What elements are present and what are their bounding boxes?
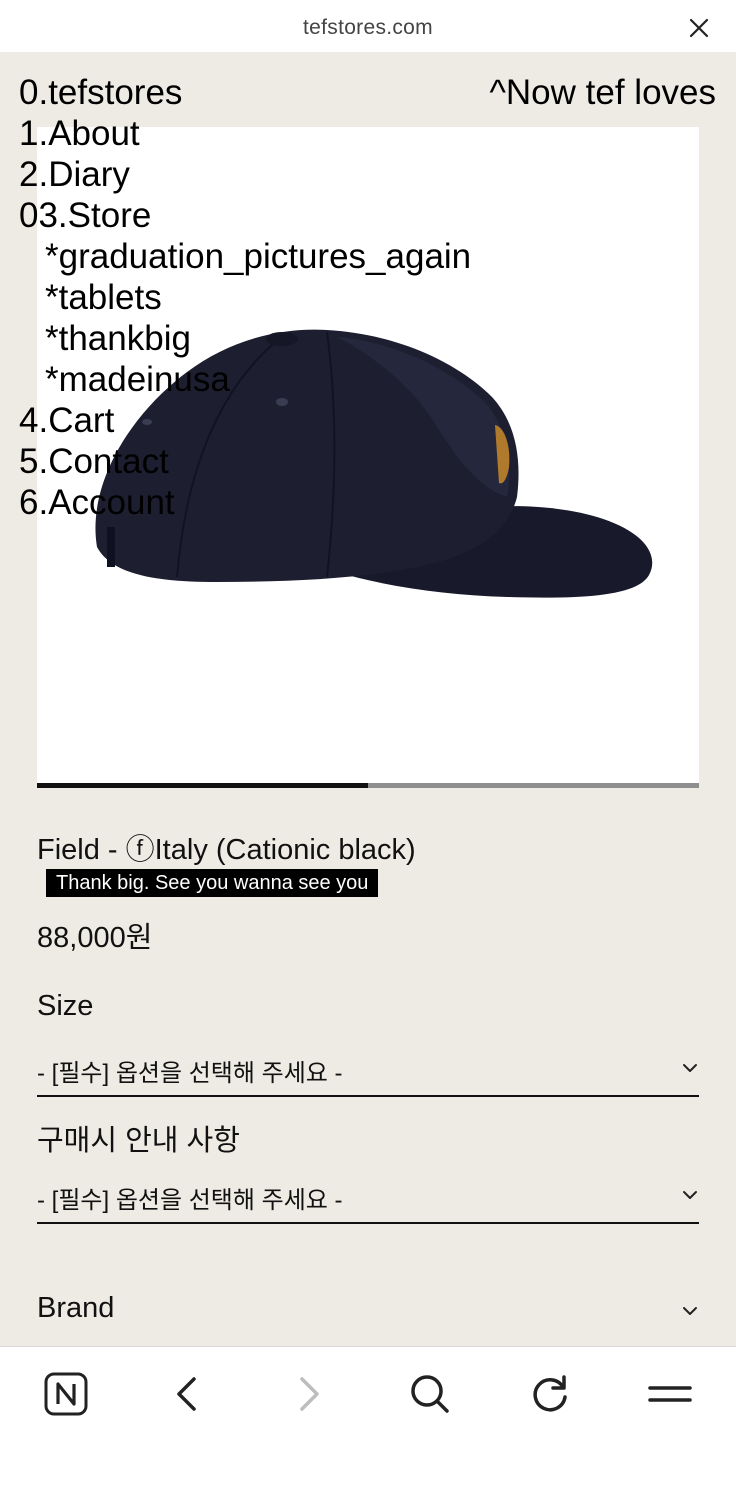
back-button[interactable] (162, 1369, 212, 1419)
close-icon[interactable] (688, 17, 710, 39)
naver-home-button[interactable] (41, 1369, 91, 1419)
site-menu: 0.tefstores 1.About 2.Diary 03.Store *gr… (19, 72, 471, 523)
menu-item-about[interactable]: 1.About (19, 113, 471, 154)
image-slider-progress (37, 783, 368, 788)
browser-toolbar (0, 1346, 736, 1500)
purchase-notice-label: 구매시 안내 사항 (37, 1125, 240, 1157)
brand-chevron-down-icon[interactable] (681, 1302, 699, 1320)
purchase-notice-select-value: - [필수] 옵션을 선택해 주세요 - (37, 1187, 343, 1214)
product-title: Field - ⓕItaly (Cationic black) (37, 834, 416, 866)
refresh-button[interactable] (525, 1369, 575, 1419)
submenu-item-graduation[interactable]: *graduation_pictures_again (19, 236, 471, 277)
search-icon (411, 1375, 449, 1413)
chevron-down-icon (683, 1191, 697, 1199)
purchase-notice-select[interactable]: - [필수] 옵션을 선택해 주세요 - (37, 1166, 699, 1224)
submenu-item-madeinusa[interactable]: *madeinusa (19, 359, 471, 400)
forward-icon (300, 1377, 319, 1411)
menu-item-store[interactable]: 03.Store (19, 195, 471, 236)
brand-section-label[interactable]: Brand (37, 1292, 114, 1325)
url-text[interactable]: tefstores.com (0, 16, 736, 40)
chevron-down-icon (683, 1064, 697, 1072)
now-tef-loves-link[interactable]: ^Now tef loves (489, 72, 716, 113)
menu-icon (648, 1386, 692, 1402)
search-button[interactable] (405, 1369, 455, 1419)
menu-item-cart[interactable]: 4.Cart (19, 400, 471, 441)
menu-button[interactable] (645, 1369, 695, 1419)
naver-n-icon (44, 1372, 88, 1416)
submenu-item-thankbig[interactable]: *thankbig (19, 318, 471, 359)
menu-item-contact[interactable]: 5.Contact (19, 441, 471, 482)
product-tagline: Thank big. See you wanna see you (46, 869, 379, 897)
browser-address-bar: tefstores.com (0, 0, 736, 52)
menu-item-home[interactable]: 0.tefstores (19, 72, 471, 113)
refresh-icon (533, 1375, 567, 1412)
menu-item-diary[interactable]: 2.Diary (19, 154, 471, 195)
page-content: 0.tefstores 1.About 2.Diary 03.Store *gr… (0, 52, 736, 1346)
forward-button[interactable] (284, 1369, 334, 1419)
image-slider-track[interactable] (37, 783, 699, 788)
menu-item-account[interactable]: 6.Account (19, 482, 471, 523)
size-select[interactable]: - [필수] 옵션을 선택해 주세요 - (37, 1039, 699, 1097)
product-price: 88,000원 (37, 922, 153, 954)
back-icon (177, 1377, 196, 1411)
submenu-item-tablets[interactable]: *tablets (19, 277, 471, 318)
size-select-value: - [필수] 옵션을 선택해 주세요 - (37, 1060, 343, 1087)
size-label: Size (37, 990, 94, 1022)
